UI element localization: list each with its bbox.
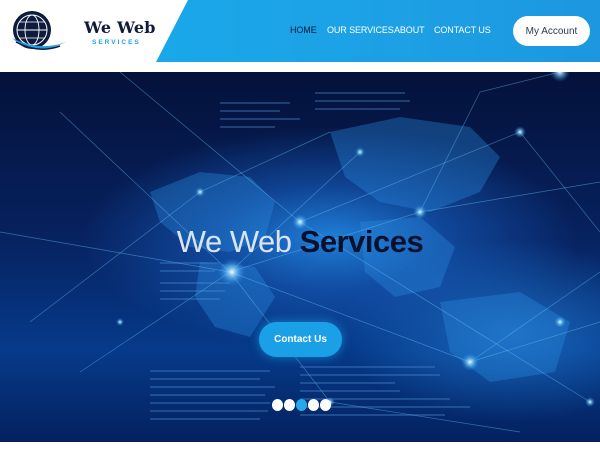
site-header: We Web SERVICES HOME OUR SERVICES ABOUT …: [0, 0, 600, 64]
brand-tagline: SERVICES: [92, 39, 141, 46]
slide-dot-1[interactable]: [272, 399, 283, 411]
nav-item-about[interactable]: ABOUT: [394, 25, 425, 35]
hero-title: We Web Services: [0, 224, 600, 260]
hero-title-bold: Services: [299, 224, 424, 259]
page-bottom-edge: [0, 442, 600, 450]
slider-pagination: [272, 399, 332, 413]
slide-dot-2[interactable]: [284, 399, 295, 411]
nav-item-contact-us[interactable]: CONTACT US: [434, 25, 491, 35]
my-account-button[interactable]: My Account: [513, 16, 590, 46]
hero-title-light: We Web: [176, 224, 292, 259]
slide-dot-5[interactable]: [320, 399, 331, 411]
slide-dot-4[interactable]: [308, 399, 319, 411]
hero-slider: We Web Services Contact Us: [0, 72, 600, 442]
brand-name: We Web: [84, 18, 156, 37]
slide-dot-3[interactable]: [296, 399, 307, 411]
globe-logo-icon: [12, 11, 66, 50]
logo[interactable]: We Web SERVICES: [10, 8, 170, 56]
nav-item-home[interactable]: HOME: [290, 25, 317, 35]
nav-item-our-services[interactable]: OUR SERVICES: [327, 25, 394, 35]
contact-us-button[interactable]: Contact Us: [259, 322, 342, 357]
